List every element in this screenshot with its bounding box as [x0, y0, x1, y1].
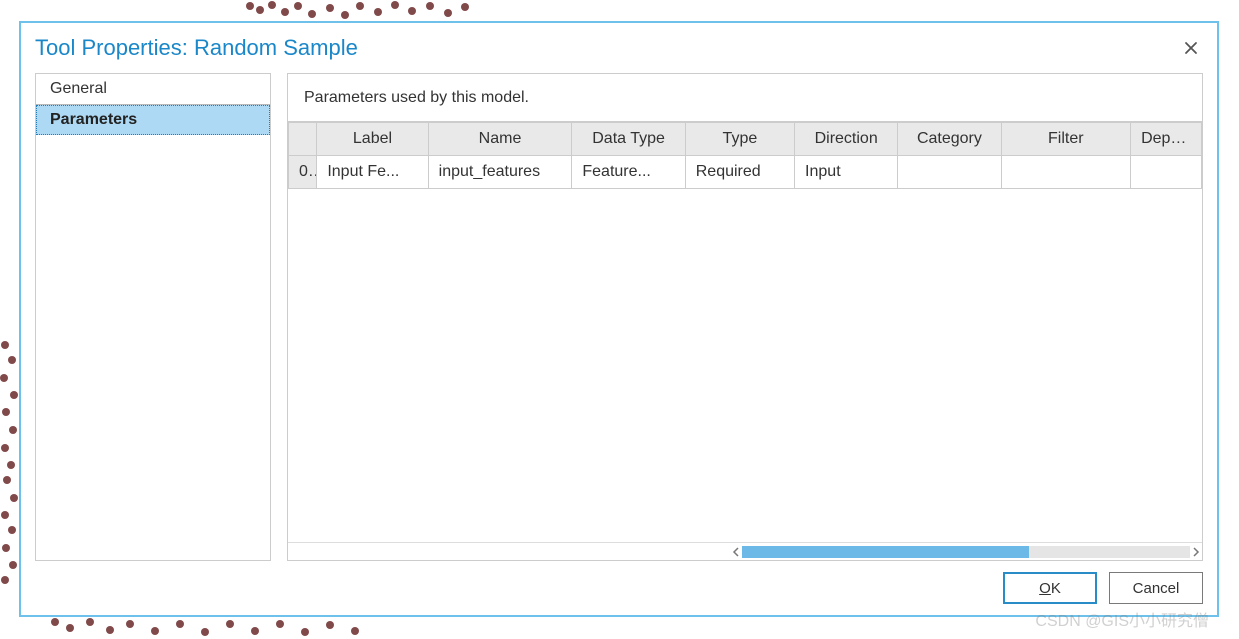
row-index[interactable]: 0 — [289, 156, 317, 189]
scroll-thumb[interactable] — [742, 546, 1029, 558]
scroll-right-icon[interactable] — [1190, 546, 1202, 558]
col-header-type[interactable]: Type — [685, 123, 794, 156]
col-header-filter[interactable]: Filter — [1001, 123, 1131, 156]
scroll-track[interactable] — [742, 546, 1190, 558]
main-panel: Parameters used by this model. Label Nam… — [287, 73, 1203, 561]
cancel-button-label: Cancel — [1133, 580, 1180, 597]
cell-data-type[interactable]: Feature... — [572, 156, 685, 189]
sidebar: General Parameters — [35, 73, 271, 561]
col-header-dependency[interactable]: Dependency — [1131, 123, 1202, 156]
dialog-footer: OK Cancel — [21, 561, 1217, 615]
cell-direction[interactable]: Input — [795, 156, 898, 189]
close-icon[interactable] — [1179, 36, 1203, 60]
cancel-button[interactable]: Cancel — [1109, 572, 1203, 604]
table-row[interactable]: 0 Input Fe... input_features Feature... … — [289, 156, 1202, 189]
sidebar-item-parameters[interactable]: Parameters — [36, 105, 270, 135]
panel-description: Parameters used by this model. — [287, 73, 1203, 121]
cell-category[interactable] — [898, 156, 1001, 189]
cell-label[interactable]: Input Fe... — [317, 156, 428, 189]
sidebar-item-general[interactable]: General — [36, 74, 270, 105]
parameters-grid[interactable]: Label Name Data Type Type Direction Cate… — [287, 121, 1203, 561]
row-header-corner — [289, 123, 317, 156]
horizontal-scrollbar[interactable] — [288, 542, 1202, 560]
col-header-direction[interactable]: Direction — [795, 123, 898, 156]
table-header-row: Label Name Data Type Type Direction Cate… — [289, 123, 1202, 156]
cell-name[interactable]: input_features — [428, 156, 572, 189]
tool-properties-dialog: Tool Properties: Random Sample General P… — [19, 21, 1219, 617]
cell-type[interactable]: Required — [685, 156, 794, 189]
dialog-titlebar: Tool Properties: Random Sample — [21, 23, 1217, 73]
ok-button[interactable]: OK — [1003, 572, 1097, 604]
dialog-title: Tool Properties: Random Sample — [35, 35, 358, 61]
col-header-category[interactable]: Category — [898, 123, 1001, 156]
col-header-label[interactable]: Label — [317, 123, 428, 156]
cell-filter[interactable] — [1001, 156, 1131, 189]
cell-dependency[interactable] — [1131, 156, 1202, 189]
col-header-name[interactable]: Name — [428, 123, 572, 156]
col-header-data-type[interactable]: Data Type — [572, 123, 685, 156]
ok-button-label: OK — [1039, 580, 1061, 597]
scroll-left-icon[interactable] — [730, 546, 742, 558]
